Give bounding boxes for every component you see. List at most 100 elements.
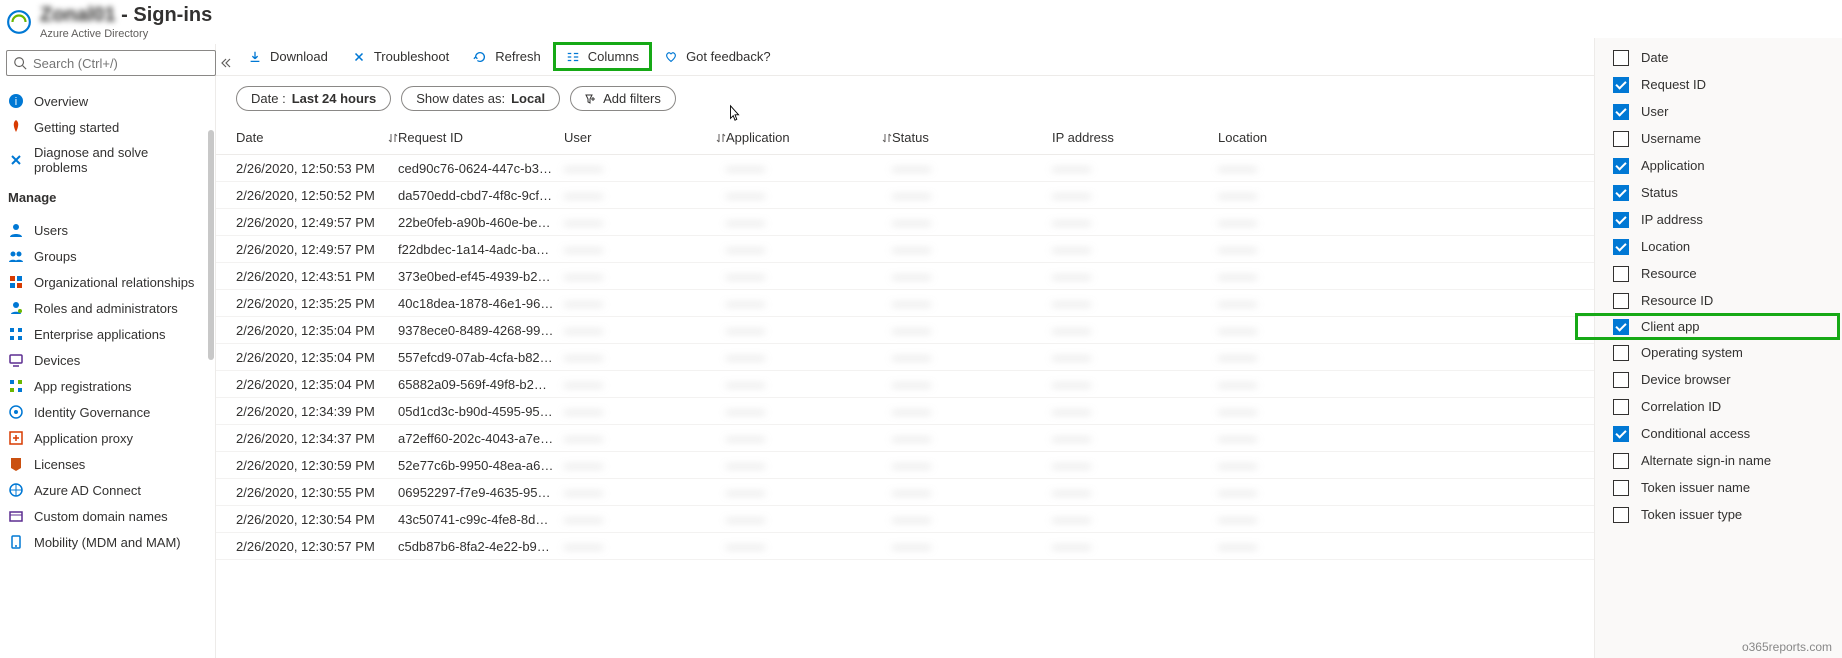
filter-date-pill[interactable]: Date : Last 24 hours xyxy=(236,86,391,111)
cell-app: ——— xyxy=(726,512,892,527)
column-option-resource[interactable]: Resource xyxy=(1595,260,1842,287)
nav-item-custom-domain-names[interactable]: Custom domain names xyxy=(0,503,215,529)
col-header-date[interactable]: Date xyxy=(236,130,398,145)
columns-button[interactable]: Columns xyxy=(553,42,652,71)
checkbox-icon[interactable] xyxy=(1613,372,1629,388)
nav-item-users[interactable]: Users xyxy=(0,217,215,243)
column-option-location[interactable]: Location xyxy=(1595,233,1842,260)
cell-date: 2/26/2020, 12:49:57 PM xyxy=(236,242,398,257)
checkbox-icon[interactable] xyxy=(1613,131,1629,147)
column-option-username[interactable]: Username xyxy=(1595,125,1842,152)
nav-item-application-proxy[interactable]: Application proxy xyxy=(0,425,215,451)
nav-item-azure-ad-connect[interactable]: Azure AD Connect xyxy=(0,477,215,503)
cell-user: ——— xyxy=(564,539,726,554)
download-button[interactable]: Download xyxy=(236,43,340,70)
column-option-client-app[interactable]: Client app xyxy=(1575,313,1840,340)
troubleshoot-button[interactable]: Troubleshoot xyxy=(340,43,461,70)
column-option-alternate-sign-in-name[interactable]: Alternate sign-in name xyxy=(1595,447,1842,474)
filter-showdates-pill[interactable]: Show dates as: Local xyxy=(401,86,560,111)
checkbox-icon[interactable] xyxy=(1613,426,1629,442)
nav-item-overview[interactable]: iOverview xyxy=(0,88,215,114)
nav-item-app-registrations[interactable]: App registrations xyxy=(0,373,215,399)
column-option-status[interactable]: Status xyxy=(1595,179,1842,206)
column-option-date[interactable]: Date xyxy=(1595,44,1842,71)
column-option-label: IP address xyxy=(1641,212,1703,227)
column-option-token-issuer-name[interactable]: Token issuer name xyxy=(1595,474,1842,501)
column-option-conditional-access[interactable]: Conditional access xyxy=(1595,420,1842,447)
cell-ip: ——— xyxy=(1052,215,1218,230)
col-header-loc[interactable]: Location xyxy=(1218,130,1378,145)
cell-status: ——— xyxy=(892,458,1052,473)
checkbox-icon[interactable] xyxy=(1613,399,1629,415)
cell-reqid: 06952297-f7e9-4635-9566-0a… xyxy=(398,485,564,500)
nav-item-label: Overview xyxy=(34,94,88,109)
column-option-ip-address[interactable]: IP address xyxy=(1595,206,1842,233)
nav-item-organizational-relationships[interactable]: Organizational relationships xyxy=(0,269,215,295)
cell-reqid: c5db87b6-8fa2-4e22-b9c0-… xyxy=(398,539,564,554)
refresh-button[interactable]: Refresh xyxy=(461,43,553,70)
checkbox-icon[interactable] xyxy=(1613,212,1629,228)
cell-app: ——— xyxy=(726,431,892,446)
nav-item-identity-governance[interactable]: Identity Governance xyxy=(0,399,215,425)
cell-loc: ——— xyxy=(1218,269,1378,284)
nav-item-licenses[interactable]: Licenses xyxy=(0,451,215,477)
checkbox-icon[interactable] xyxy=(1613,507,1629,523)
cell-status: ——— xyxy=(892,404,1052,419)
col-header-reqid[interactable]: Request ID xyxy=(398,130,564,145)
sidebar: iOverview Getting started Diagnose and sol… xyxy=(0,44,216,658)
checkbox-icon[interactable] xyxy=(1613,453,1629,469)
checkbox-icon[interactable] xyxy=(1613,345,1629,361)
checkbox-icon[interactable] xyxy=(1613,266,1629,282)
domain-icon xyxy=(8,508,24,524)
col-header-user[interactable]: User xyxy=(564,130,726,145)
nav-item-getting-started[interactable]: Getting started xyxy=(0,114,215,140)
column-option-label: Token issuer type xyxy=(1641,507,1742,522)
cell-date: 2/26/2020, 12:35:04 PM xyxy=(236,377,398,392)
col-header-app[interactable]: Application xyxy=(726,130,892,145)
cell-status: ——— xyxy=(892,512,1052,527)
checkbox-icon[interactable] xyxy=(1613,293,1629,309)
cell-user: ——— xyxy=(564,269,726,284)
user-icon xyxy=(8,222,24,238)
column-option-request-id[interactable]: Request ID xyxy=(1595,71,1842,98)
nav-item-diagnose-and-solve-problems[interactable]: Diagnose and solve problems xyxy=(0,140,215,180)
nav-item-label: Getting started xyxy=(34,120,119,135)
feedback-button[interactable]: Got feedback? xyxy=(652,43,783,70)
add-filters-button[interactable]: Add filters xyxy=(570,86,676,111)
cell-user: ——— xyxy=(564,431,726,446)
search-input-wrap[interactable] xyxy=(6,50,216,76)
cell-ip: ——— xyxy=(1052,350,1218,365)
checkbox-icon[interactable] xyxy=(1613,239,1629,255)
col-header-status[interactable]: Status xyxy=(892,130,1052,145)
nav-item-roles-and-administrators[interactable]: Roles and administrators xyxy=(0,295,215,321)
cell-status: ——— xyxy=(892,431,1052,446)
checkbox-icon[interactable] xyxy=(1613,480,1629,496)
column-option-device-browser[interactable]: Device browser xyxy=(1595,366,1842,393)
cell-reqid: 05d1cd3c-b90d-4595-9538-8… xyxy=(398,404,564,419)
search-input[interactable] xyxy=(33,56,209,71)
col-header-ip[interactable]: IP address xyxy=(1052,130,1218,145)
column-option-token-issuer-type[interactable]: Token issuer type xyxy=(1595,501,1842,528)
wrench-icon xyxy=(8,152,24,168)
column-option-operating-system[interactable]: Operating system xyxy=(1595,339,1842,366)
cell-user: ——— xyxy=(564,242,726,257)
cell-user: ——— xyxy=(564,215,726,230)
checkbox-icon[interactable] xyxy=(1613,185,1629,201)
nav-item-label: Azure AD Connect xyxy=(34,483,141,498)
column-option-application[interactable]: Application xyxy=(1595,152,1842,179)
checkbox-icon[interactable] xyxy=(1613,50,1629,66)
nav-item-enterprise-applications[interactable]: Enterprise applications xyxy=(0,321,215,347)
column-option-user[interactable]: User xyxy=(1595,98,1842,125)
checkbox-icon[interactable] xyxy=(1613,319,1629,335)
cell-date: 2/26/2020, 12:50:53 PM xyxy=(236,161,398,176)
checkbox-icon[interactable] xyxy=(1613,104,1629,120)
nav-item-groups[interactable]: Groups xyxy=(0,243,215,269)
checkbox-icon[interactable] xyxy=(1613,158,1629,174)
column-option-resource-id[interactable]: Resource ID xyxy=(1595,287,1842,314)
nav-item-devices[interactable]: Devices xyxy=(0,347,215,373)
column-option-label: Request ID xyxy=(1641,77,1706,92)
sidebar-scrollbar[interactable] xyxy=(208,130,214,360)
checkbox-icon[interactable] xyxy=(1613,77,1629,93)
nav-item-mobility-mdm-and-mam-[interactable]: Mobility (MDM and MAM) xyxy=(0,529,215,555)
column-option-correlation-id[interactable]: Correlation ID xyxy=(1595,393,1842,420)
